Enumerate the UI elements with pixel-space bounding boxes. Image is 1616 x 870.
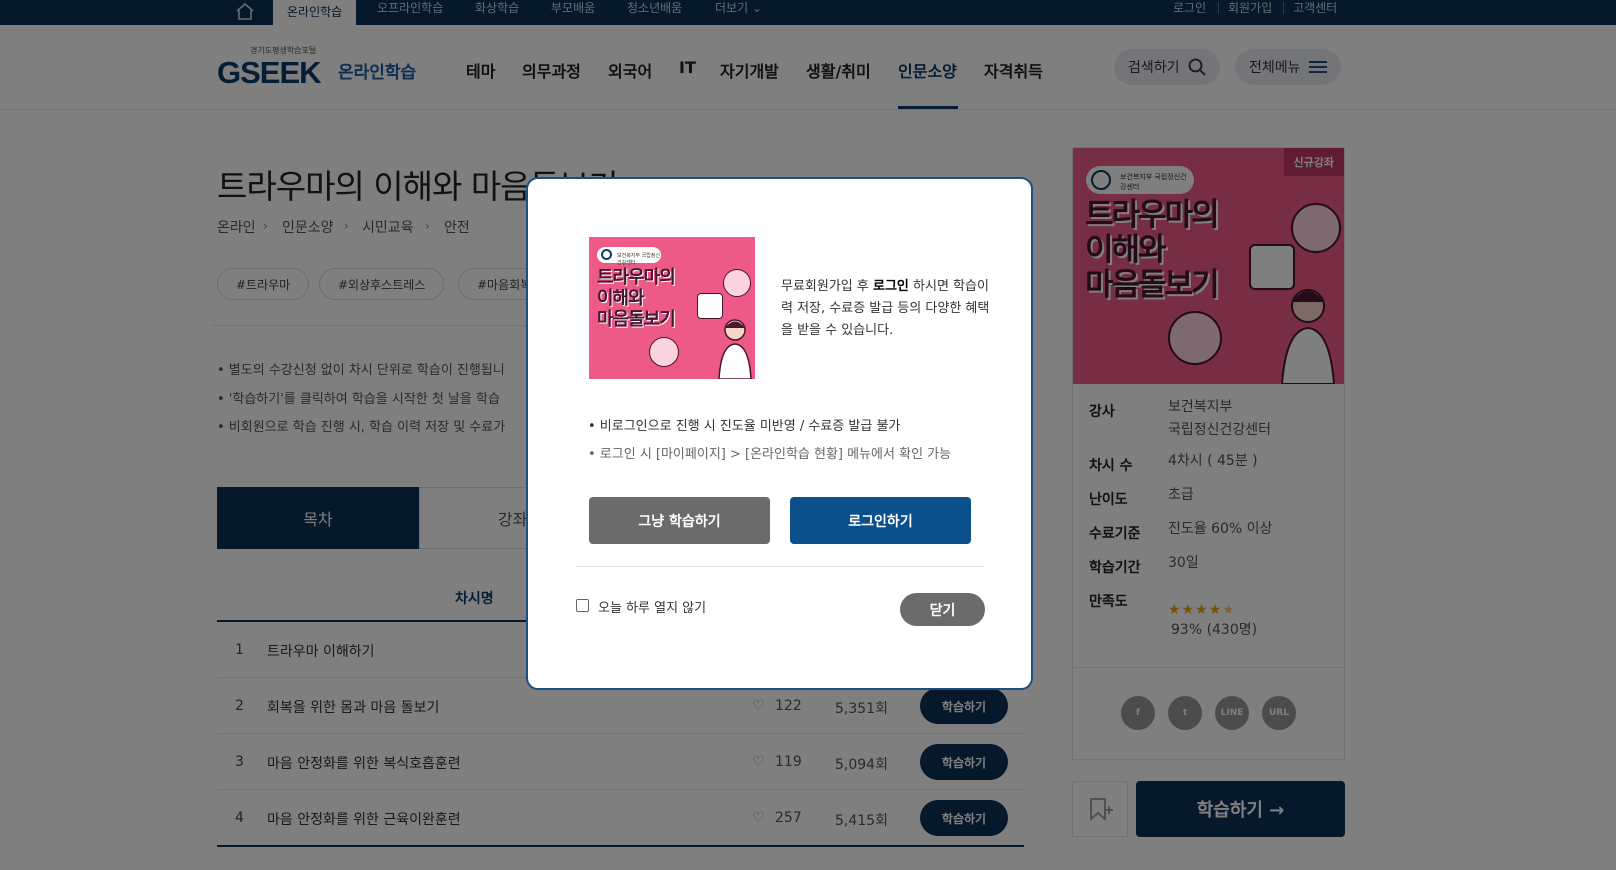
thumbnail-title: 트라우마의 이해와 마음돌보기 [597, 267, 676, 330]
dont-show-today-checkbox[interactable] [576, 599, 589, 612]
doctor-illustration-icon [718, 319, 752, 379]
study-without-login-button[interactable]: 그냥 학습하기 [589, 497, 770, 544]
ministry-label: 보건복지부 국립정신건강센터 [597, 247, 661, 266]
dont-show-today-label[interactable]: 오늘 하루 열지 않기 [598, 597, 706, 616]
course-thumbnail: 보건복지부 국립정신건강센터 트라우마의 이해와 마음돌보기 [589, 237, 755, 379]
divider [576, 566, 984, 567]
person-illustration-icon [723, 269, 751, 297]
ministry-logo-icon [601, 249, 612, 260]
intro-pre: 무료회원가입 후 [781, 279, 873, 294]
modal-bullet-2: • 로그인 시 [마이페이지] > [온라인학습 현황] 메뉴에서 확인 가능 [588, 447, 952, 462]
ministry-text: 보건복지부 국립정신건강센터 [617, 253, 660, 266]
close-button[interactable]: 닫기 [900, 593, 985, 626]
intro-bold: 로그인 [873, 279, 909, 294]
modal-bullet-1: • 비로그인으로 진행 시 진도율 미반영 / 수료증 발급 불가 [588, 419, 901, 434]
login-prompt-modal: 보건복지부 국립정신건강센터 트라우마의 이해와 마음돌보기 무료회원가입 후 … [526, 177, 1033, 690]
thumbnail-title-line: 트라우마의 [597, 267, 676, 288]
login-button[interactable]: 로그인하기 [790, 497, 971, 544]
thumbnail-title-line: 마음돌보기 [597, 309, 676, 330]
thumbnail-title-line: 이해와 [597, 288, 645, 309]
modal-intro-text: 무료회원가입 후 로그인 하시면 학습이력 저장, 수료증 발급 등의 다양한 … [781, 276, 991, 342]
person-illustration-icon [649, 337, 679, 367]
